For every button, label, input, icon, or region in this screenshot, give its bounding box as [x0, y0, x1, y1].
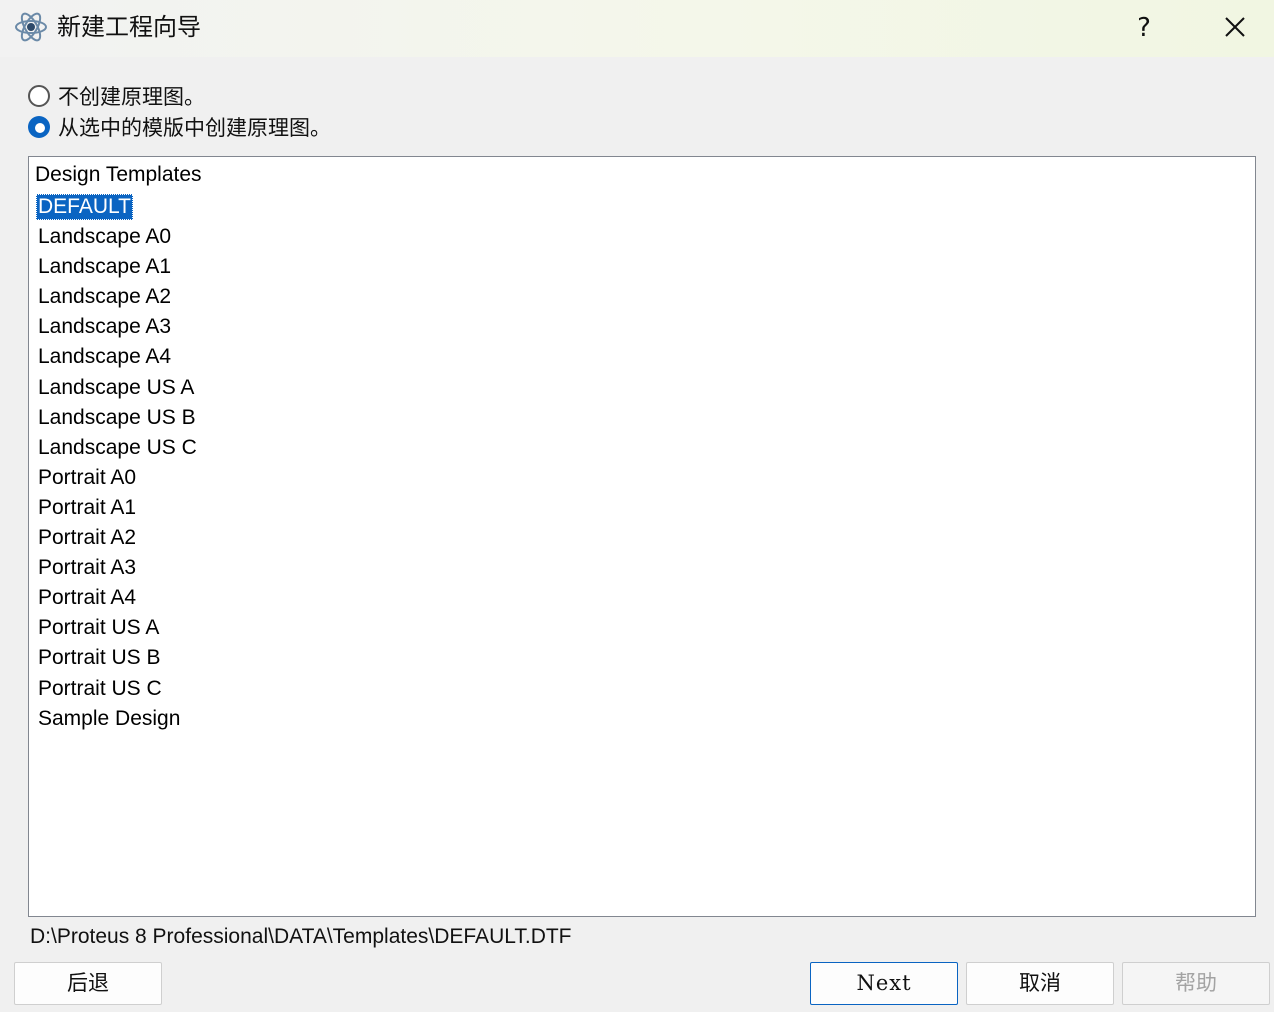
template-item[interactable]: Sample Design: [34, 704, 201, 734]
template-item[interactable]: Landscape US C: [34, 433, 201, 463]
template-item[interactable]: Portrait US A: [34, 613, 201, 643]
template-item[interactable]: Landscape A1: [34, 252, 201, 282]
template-item[interactable]: Landscape A0: [34, 222, 201, 252]
radio-option-no-schematic[interactable]: 不创建原理图。: [28, 81, 205, 111]
template-item-default[interactable]: DEFAULT: [34, 192, 201, 222]
template-item[interactable]: Portrait US B: [34, 643, 201, 673]
template-item[interactable]: Landscape US B: [34, 403, 201, 433]
template-item[interactable]: Portrait A4: [34, 583, 201, 613]
radio-button-unchecked[interactable]: [28, 85, 50, 107]
title-bar: 新建工程向导 ?: [0, 0, 1274, 57]
template-item[interactable]: Portrait A0: [34, 463, 201, 493]
cancel-button[interactable]: 取消: [966, 962, 1114, 1005]
template-item[interactable]: Portrait A3: [34, 553, 201, 583]
help-title-button[interactable]: ?: [1115, 6, 1173, 50]
template-path: D:\Proteus 8 Professional\DATA\Templates…: [30, 925, 572, 948]
template-item[interactable]: Portrait US C: [34, 674, 201, 704]
window-title: 新建工程向导: [57, 13, 201, 41]
back-button[interactable]: 后退: [14, 962, 162, 1005]
help-button[interactable]: 帮助: [1122, 962, 1270, 1005]
template-item[interactable]: Landscape A3: [34, 312, 201, 342]
close-icon: [1225, 17, 1245, 37]
template-list: DEFAULT Landscape A0 Landscape A1 Landsc…: [34, 192, 201, 734]
radio-label-no-schematic: 不创建原理图。: [58, 85, 205, 109]
next-button[interactable]: Next: [810, 962, 958, 1005]
radio-button-checked[interactable]: [28, 116, 50, 138]
radio-label-from-template: 从选中的模版中创建原理图。: [58, 116, 331, 140]
template-item[interactable]: Landscape A2: [34, 282, 201, 312]
template-item[interactable]: Landscape US A: [34, 373, 201, 403]
proteus-atom-icon: [13, 12, 49, 42]
template-item[interactable]: Landscape A4: [34, 342, 201, 372]
template-listbox[interactable]: Design Templates DEFAULT Landscape A0 La…: [28, 156, 1256, 917]
template-list-header: Design Templates: [35, 163, 202, 186]
template-item[interactable]: Portrait A1: [34, 493, 201, 523]
radio-option-from-template[interactable]: 从选中的模版中创建原理图。: [28, 112, 331, 142]
template-item[interactable]: Portrait A2: [34, 523, 201, 553]
close-button[interactable]: [1206, 6, 1264, 50]
